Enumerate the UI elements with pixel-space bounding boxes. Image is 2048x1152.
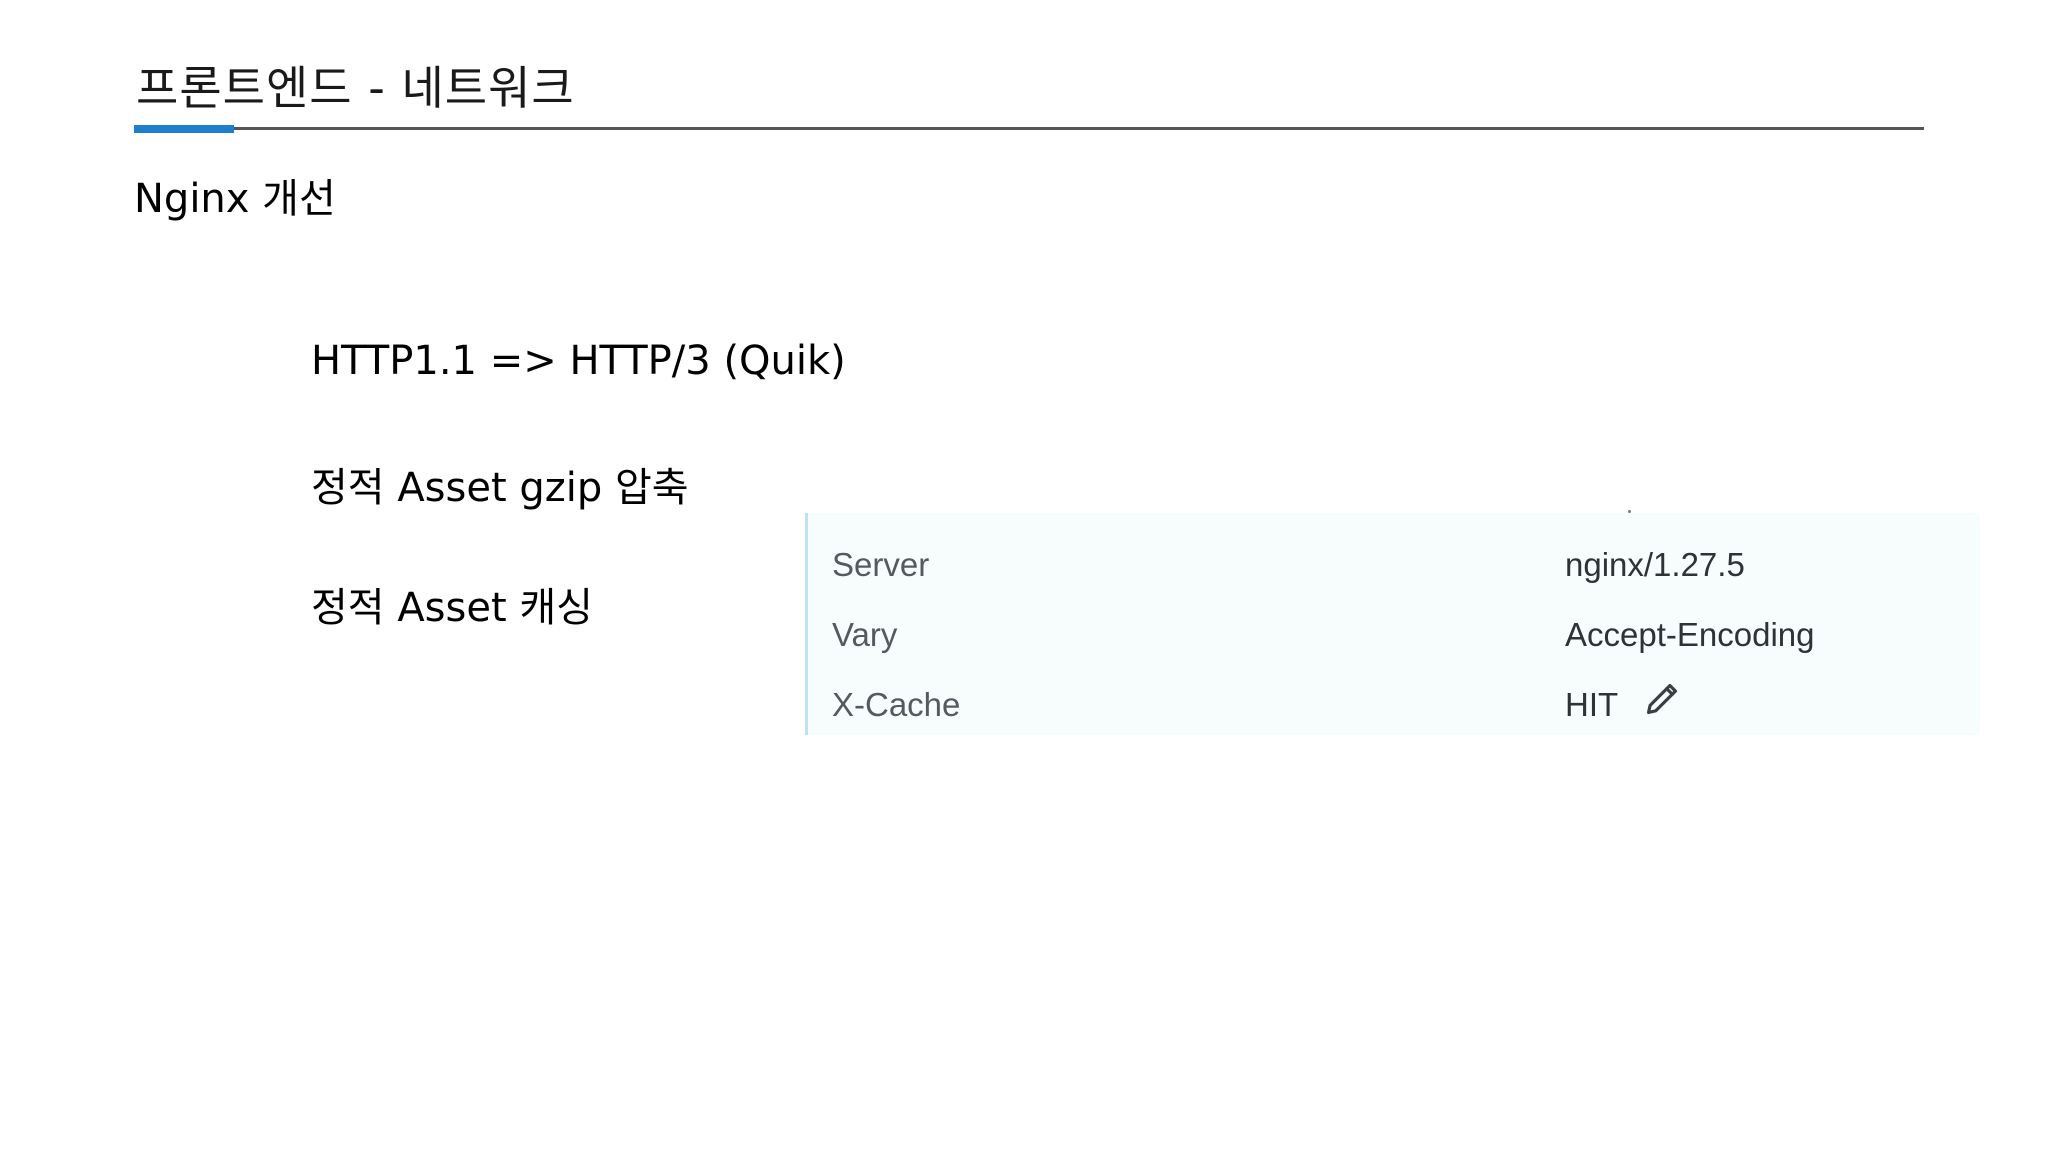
header-panel-dot	[1628, 510, 1631, 513]
slide-title: 프론트엔드 - 네트워크	[136, 61, 575, 115]
header-name: Vary	[832, 616, 898, 653]
pencil-icon	[1643, 680, 1681, 726]
bullet-gzip: 정적 Asset gzip 압축	[311, 465, 689, 511]
response-headers-panel: Server nginx/1.27.5 Vary Accept-Encoding…	[805, 510, 1980, 736]
header-row-vary: Vary Accept-Encoding	[808, 616, 1980, 666]
title-divider	[134, 127, 1924, 130]
header-name: X-Cache	[832, 686, 961, 723]
header-value: nginx/1.27.5	[1565, 546, 1745, 583]
header-row-server: Server nginx/1.27.5	[808, 546, 1980, 596]
header-value: HIT	[1565, 686, 1618, 723]
bullet-http3: HTTP1.1 => HTTP/3 (Quik)	[311, 338, 846, 384]
header-name: Server	[832, 546, 930, 583]
bullet-caching: 정적 Asset 캐싱	[311, 585, 593, 631]
section-heading: Nginx 개선	[134, 176, 336, 222]
title-divider-accent	[134, 125, 234, 133]
header-value-group: HIT	[1565, 684, 1681, 726]
header-value: Accept-Encoding	[1565, 616, 1815, 653]
header-row-x-cache: X-Cache HIT	[808, 684, 1980, 736]
